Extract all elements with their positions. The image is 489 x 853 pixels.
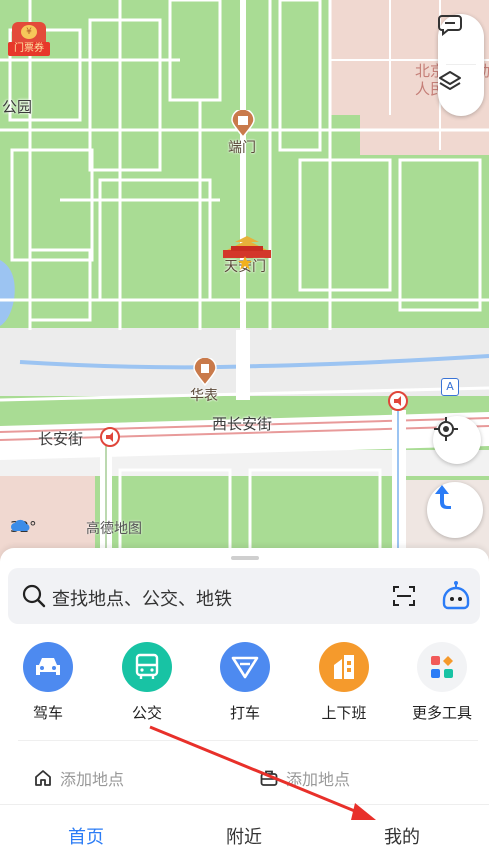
feedback-button[interactable]	[438, 14, 484, 60]
taxi-icon	[220, 642, 270, 692]
poi-label-huabiao: 华表	[190, 388, 218, 404]
chat-bubble-icon	[438, 15, 462, 36]
tiananmen-star-icon	[238, 256, 252, 270]
commute-building-icon	[319, 642, 369, 692]
route-button[interactable]	[427, 482, 483, 538]
tools-divider	[446, 64, 476, 65]
drive-icon	[23, 642, 73, 692]
voice-assistant-icon[interactable]	[440, 580, 472, 612]
route-arrow-icon	[435, 485, 451, 509]
tab-mine[interactable]: 我的	[384, 823, 420, 849]
map-label-xichanganjie: 西长安街	[212, 415, 273, 433]
weather-widget[interactable]: 32°	[10, 518, 37, 536]
locate-button[interactable]	[433, 416, 481, 464]
briefcase-icon	[260, 770, 278, 786]
layers-icon	[439, 71, 461, 90]
cloud-icon	[11, 519, 30, 531]
layers-button[interactable]	[438, 70, 484, 116]
more-tools-icon	[417, 642, 467, 692]
huabiao-poi-icon[interactable]	[193, 358, 217, 386]
duanmen-poi-icon[interactable]	[231, 110, 255, 138]
add-work-label: 添加地点	[286, 770, 351, 789]
add-home-shortcut[interactable]: 添加地点	[34, 766, 124, 790]
quick-action-label: 更多工具	[411, 704, 472, 722]
tab-home[interactable]: 首页	[68, 823, 104, 849]
quick-action-label: 上下班	[321, 704, 367, 722]
quick-action-label: 驾车	[32, 704, 63, 722]
traffic-camera-icon	[100, 427, 120, 447]
bottom-sheet: 查找地点、公交、地铁 驾车 公交 打车 上下班 更多工具 添加地点 添加地点 首…	[0, 548, 489, 853]
search-icon	[22, 584, 46, 608]
brand-watermark: 高德地图	[86, 521, 142, 537]
quick-action-taxi[interactable]: 打车	[205, 642, 285, 723]
quick-action-more-tools[interactable]: 更多工具	[402, 642, 482, 723]
scan-icon[interactable]	[392, 584, 416, 608]
traffic-camera-icon	[388, 391, 408, 411]
quick-action-label: 打车	[229, 704, 260, 722]
ticket-coupon-button[interactable]: ¥ 门票券	[8, 22, 50, 58]
coupon-coin-icon: ¥	[21, 25, 37, 39]
coupon-label: 门票券	[8, 42, 50, 56]
bus-icon	[122, 642, 172, 692]
poi-label-duanmen: 端门	[228, 140, 256, 156]
tab-nearby[interactable]: 附近	[226, 823, 262, 849]
quick-action-label: 公交	[131, 704, 162, 722]
road-badge: A	[441, 378, 459, 396]
crosshair-icon	[434, 417, 458, 441]
map-view[interactable]: 端门 天安门 华表 公园 西长安街 长安街 北京市劳动 人民文化 A ¥ 门票券	[0, 0, 489, 570]
home-icon	[35, 770, 51, 786]
section-divider	[18, 740, 478, 741]
add-work-shortcut[interactable]: 添加地点	[260, 766, 350, 790]
map-tools-group	[438, 14, 484, 116]
sheet-drag-handle[interactable]	[231, 556, 259, 560]
quick-action-drive[interactable]: 驾车	[8, 642, 88, 723]
quick-action-bus[interactable]: 公交	[107, 642, 187, 723]
add-home-label: 添加地点	[60, 770, 125, 789]
search-input[interactable]: 查找地点、公交、地铁	[52, 585, 232, 611]
map-label-changanjie: 长安街	[38, 430, 84, 448]
quick-action-commute[interactable]: 上下班	[304, 642, 384, 723]
search-bar[interactable]: 查找地点、公交、地铁	[8, 568, 480, 624]
bottom-tab-bar: 首页 附近 我的	[0, 804, 489, 853]
map-label-park: 公园	[2, 98, 33, 116]
